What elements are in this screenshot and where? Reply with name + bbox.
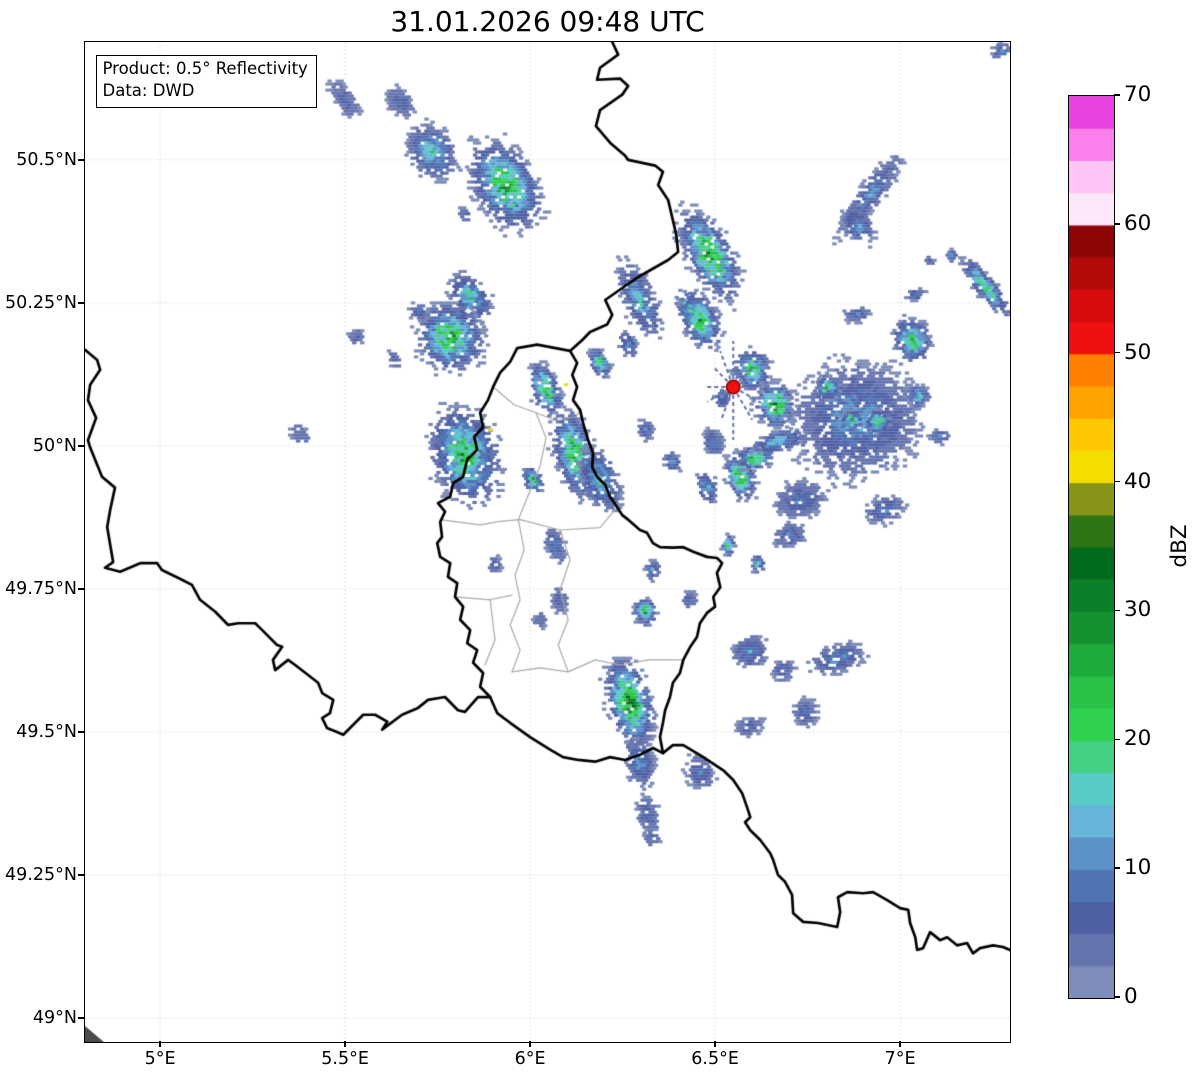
figure-title: 31.01.2026 09:48 UTC bbox=[390, 5, 705, 38]
colorbar-tick-mark bbox=[1114, 867, 1120, 869]
y-tick-label: 49.75°N bbox=[5, 578, 77, 599]
radar-map-canvas bbox=[84, 41, 1010, 1042]
y-tick-mark bbox=[77, 731, 84, 733]
colorbar-canvas bbox=[1069, 96, 1114, 998]
x-tick-label: 5.5°E bbox=[321, 1049, 369, 1069]
y-tick-label: 49°N bbox=[32, 1007, 77, 1028]
x-tick-label: 6°E bbox=[514, 1049, 546, 1069]
colorbar-tick-mark bbox=[1114, 996, 1120, 998]
colorbar-tick-label: 50 bbox=[1124, 339, 1152, 365]
map-plot-area: Product: 0.5° Reflectivity Data: DWD bbox=[83, 40, 1011, 1043]
x-tick-mark bbox=[714, 1041, 716, 1047]
figure-root: 31.01.2026 09:48 UTC Product: 0.5° Refle… bbox=[0, 0, 1202, 1081]
x-tick-mark bbox=[344, 1041, 346, 1047]
colorbar-tick-label: 70 bbox=[1124, 82, 1152, 107]
colorbar-tick-mark bbox=[1114, 351, 1120, 354]
product-info-line: Product: 0.5° Reflectivity bbox=[102, 58, 308, 78]
x-tick-label: 7°E bbox=[884, 1049, 916, 1069]
y-tick-mark bbox=[77, 445, 84, 447]
colorbar bbox=[1068, 95, 1115, 999]
colorbar-tick-label: 60 bbox=[1124, 210, 1152, 236]
colorbar-tick-mark bbox=[1114, 94, 1120, 96]
colorbar-tick-mark bbox=[1114, 738, 1120, 741]
y-tick-mark bbox=[77, 302, 84, 304]
colorbar-tick-mark bbox=[1114, 223, 1120, 225]
y-tick-label: 50.25°N bbox=[5, 292, 77, 313]
x-tick-label: 6.5°E bbox=[691, 1049, 739, 1069]
x-tick-label: 5°E bbox=[144, 1049, 176, 1069]
colorbar-axis-label: dBZ bbox=[1167, 524, 1192, 568]
x-tick-mark bbox=[899, 1041, 901, 1047]
colorbar-tick-mark bbox=[1114, 480, 1120, 483]
y-tick-mark bbox=[77, 874, 84, 876]
colorbar-tick-mark bbox=[1114, 609, 1120, 612]
y-tick-label: 50.5°N bbox=[16, 149, 77, 170]
y-tick-label: 49.5°N bbox=[16, 721, 77, 742]
product-info-box: Product: 0.5° Reflectivity Data: DWD bbox=[95, 54, 317, 109]
colorbar-tick-label: 40 bbox=[1124, 468, 1152, 494]
data-source-line: Data: DWD bbox=[102, 81, 195, 101]
y-tick-mark bbox=[77, 159, 84, 161]
colorbar-tick-label: 10 bbox=[1124, 855, 1152, 881]
x-tick-mark bbox=[159, 1041, 161, 1047]
y-tick-label: 49.25°N bbox=[5, 864, 77, 885]
x-tick-mark bbox=[529, 1041, 531, 1047]
y-tick-mark bbox=[77, 1017, 84, 1019]
colorbar-tick-label: 0 bbox=[1124, 984, 1138, 1009]
colorbar-tick-label: 30 bbox=[1124, 597, 1152, 623]
y-tick-label: 50°N bbox=[32, 435, 77, 456]
colorbar-tick-label: 20 bbox=[1124, 726, 1152, 752]
y-tick-mark bbox=[77, 588, 84, 590]
